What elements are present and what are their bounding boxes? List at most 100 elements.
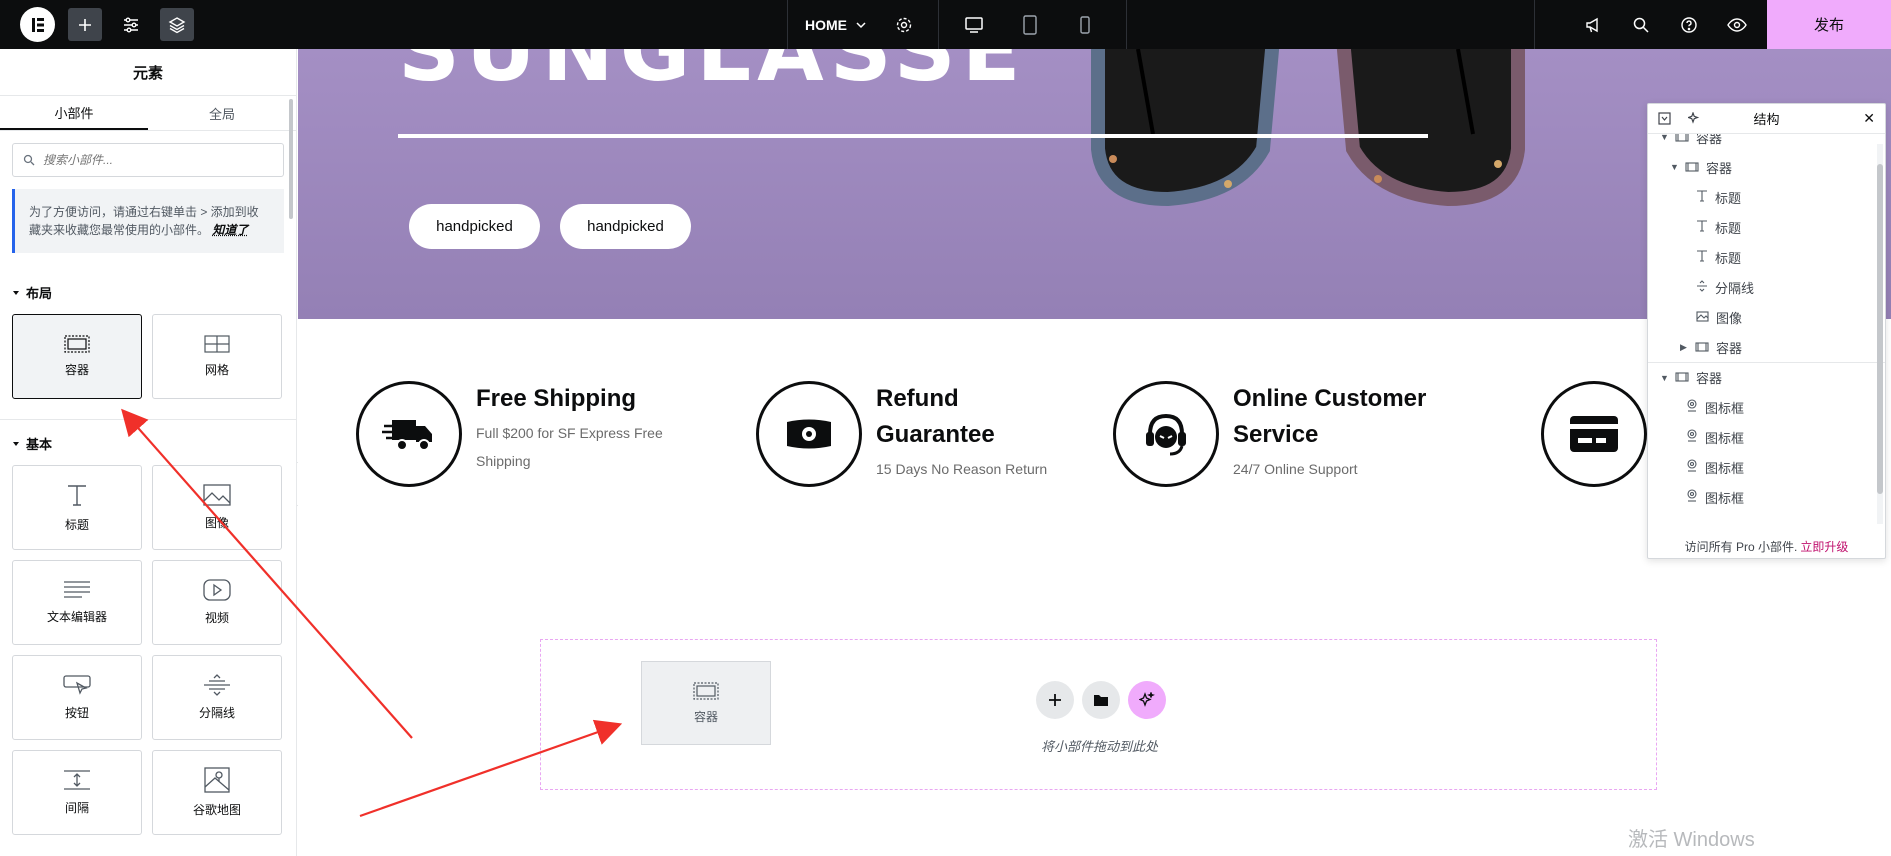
panel-scrollbar[interactable] [289,99,293,219]
mobile-view-icon[interactable] [1068,8,1102,41]
whats-new-megaphone-icon[interactable] [1576,8,1610,41]
heading-icon [1696,219,1708,235]
page-selector[interactable]: HOME [805,0,867,49]
notice-dismiss-link[interactable]: 知道了 [212,223,248,237]
handpicked-button[interactable]: handpicked [409,204,540,249]
structure-node-label: 标题 [1715,190,1742,206]
structure-node-label: 图标框 [1705,490,1745,506]
feature-title: Free Shipping [476,385,637,412]
widget-container[interactable]: 容器 [12,314,142,399]
structure-node-icon-box[interactable]: 图标框 [1648,422,1885,452]
widget-button[interactable]: 按钮 [12,655,142,740]
add-element-icon[interactable] [68,8,102,41]
handpicked-button[interactable]: handpicked [560,204,691,249]
heading-icon [1696,189,1708,205]
dragged-container-widget[interactable]: 容器 [641,661,771,745]
layers-icon[interactable] [160,8,194,41]
page-settings-gear-icon[interactable] [887,8,921,41]
widget-label: 容器 [64,363,89,377]
site-settings-icon[interactable] [114,8,148,41]
widget-label: 视频 [204,611,229,625]
icon-box-icon [1686,489,1698,505]
structure-node-container[interactable]: ▼ 容器 [1648,152,1885,182]
section-basic-header[interactable]: 基本 [12,434,284,453]
structure-node-image[interactable]: 图像 [1648,302,1885,332]
caret-right-icon[interactable]: ▶ [1680,342,1688,353]
preview-eye-icon[interactable] [1720,8,1754,41]
feature-refund-guarantee[interactable]: Refund Guarantee 15 Days No Reason Retur… [756,381,1047,487]
caret-down-icon [13,290,19,295]
feature-subtitle-line: Shipping [476,453,531,469]
search-input[interactable] [43,153,273,167]
container-icon [1685,160,1699,175]
upgrade-link[interactable]: 立即升级 [1800,538,1848,555]
widget-label: 间隔 [64,801,89,815]
feature-online-service[interactable]: Online Customer Service 24/7 Online Supp… [1113,381,1426,487]
tab-global[interactable]: 全局 [148,96,296,130]
widget-video[interactable]: 视频 [152,560,282,645]
help-icon[interactable] [1672,8,1706,41]
tab-widgets[interactable]: 小部件 [0,96,148,130]
widget-image[interactable]: 图像 [152,465,282,550]
structure-node-label: 图标框 [1705,430,1745,446]
close-icon[interactable]: ✕ [1863,110,1875,127]
windows-activation-watermark: 激活 Windows [1628,829,1755,851]
widget-google-maps[interactable]: 谷歌地图 [152,750,282,835]
structure-node-container[interactable]: ▼ 容器 [1648,362,1885,392]
structure-node-container[interactable]: ▶ 容器 [1648,332,1885,362]
feature-title-line: Online Customer [1233,385,1427,412]
caret-down-icon[interactable]: ▼ [1670,162,1679,172]
feature-free-shipping[interactable]: Free Shipping Full $200 for SF Express F… [356,381,663,487]
feature-title: Refund Guarantee [876,381,1047,453]
widget-heading[interactable]: 标题 [12,465,142,550]
feature-payment[interactable] [1541,381,1647,487]
feature-subtitle-line: Full $200 for SF Express Free [476,425,663,441]
hero-heading[interactable]: SUNGLASSE [398,49,1026,101]
structure-node-label: 容器 [1706,160,1733,176]
ai-sparkle-icon[interactable] [1128,681,1166,719]
caret-down-icon [13,441,19,446]
structure-node-icon-box[interactable]: 图标框 [1648,452,1885,482]
feature-subtitle: 15 Days No Reason Return [876,461,1048,477]
structure-node-icon-box[interactable]: 图标框 [1648,392,1885,422]
structure-node-heading[interactable]: 标题 [1648,182,1885,212]
section-layout-header[interactable]: 布局 [12,283,284,302]
structure-panel: 结构 ✕ ▼ 容器 ▼ 容器 标题 标题 标题 分隔线 图像 ▶ 容器 ▼ 容器 图标框 图标框 图标框 图标框… [1647,103,1886,559]
elementor-logo-icon[interactable] [20,7,55,42]
structure-node-icon-box[interactable]: 图标框 [1648,482,1885,512]
empty-container-dropzone[interactable]: 容器 将小部件拖动到此处 [540,639,1657,790]
widget-spacer[interactable]: 间隔 [12,750,142,835]
dropzone-actions [1036,681,1166,719]
collapse-all-icon[interactable] [1658,112,1671,128]
structure-node-heading[interactable]: 标题 [1648,212,1885,242]
widget-text-editor[interactable]: 文本编辑器 [12,560,142,645]
icon-box-icon [1686,399,1698,415]
structure-node-label: 容器 [1696,134,1723,146]
tablet-view-icon[interactable] [1013,8,1047,41]
add-section-plus-icon[interactable] [1036,681,1074,719]
widget-grid[interactable]: 网格 [152,314,282,399]
publish-button[interactable]: 发布 [1767,0,1891,49]
search-icon [23,154,35,166]
structure-node-container[interactable]: ▼ 容器 [1648,134,1885,152]
structure-node-label: 图标框 [1705,460,1745,476]
widget-divider[interactable]: 分隔线 [152,655,282,740]
structure-node-label: 容器 [1696,371,1723,386]
widget-label: 谷歌地图 [192,803,241,817]
caret-down-icon[interactable]: ▼ [1660,373,1669,383]
template-folder-icon[interactable] [1082,681,1120,719]
structure-header: 结构 ✕ [1648,104,1885,134]
caret-down-icon[interactable]: ▼ [1660,134,1669,142]
structure-scrollbar[interactable] [1877,144,1883,524]
structure-node-heading[interactable]: 标题 [1648,242,1885,272]
structure-node-divider[interactable]: 分隔线 [1648,272,1885,302]
money-icon [756,381,862,487]
widget-search[interactable] [12,143,284,177]
ai-sparkle-icon[interactable] [1686,111,1701,128]
desktop-view-icon[interactable] [957,8,991,41]
search-icon[interactable] [1624,8,1658,41]
widget-label: 标题 [64,518,89,532]
container-icon [693,681,719,700]
grid-icon [204,335,230,353]
hero-divider[interactable] [398,134,1428,138]
